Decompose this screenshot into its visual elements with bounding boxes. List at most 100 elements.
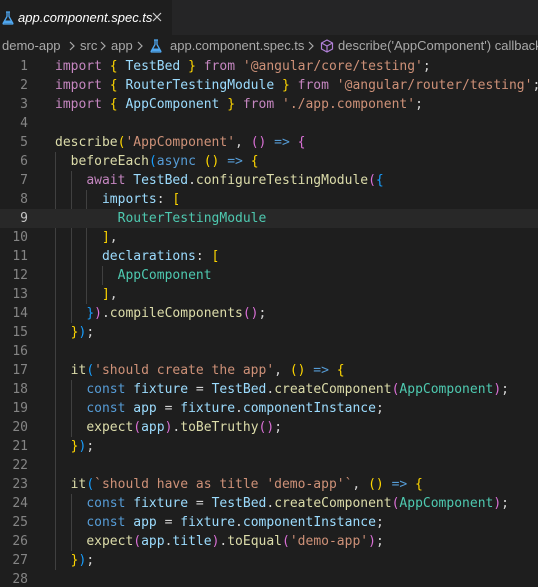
code-line[interactable]: 2 import { RouterTestingModule } from '@a… <box>0 76 538 95</box>
code-line[interactable]: 22 <box>0 456 538 475</box>
code-editor[interactable]: 1 import { TestBed } from '@angular/core/… <box>0 57 538 587</box>
code-token: , <box>235 135 251 150</box>
code-token: ( <box>133 534 142 549</box>
code-token: import <box>55 97 102 112</box>
code-token: ) <box>493 382 502 397</box>
code-token: const <box>86 401 126 416</box>
code-line[interactable]: 21 }); <box>0 437 538 456</box>
code-line[interactable]: 10 ], <box>0 228 538 247</box>
code-token: const <box>86 496 126 511</box>
code-line[interactable]: 15 }); <box>0 323 538 342</box>
code-line[interactable]: 26 expect(app.title).toEqual('demo-app')… <box>0 532 538 551</box>
code-token: fixture <box>180 515 236 530</box>
code-token: , <box>352 477 369 492</box>
code-line[interactable]: 6 beforeEach(async () => { <box>0 152 538 171</box>
code-line[interactable]: 12 AppComponent <box>0 266 538 285</box>
flask-icon <box>2 11 14 25</box>
code-token: AppComponent <box>399 496 494 511</box>
code-line[interactable]: 5 describe('AppComponent', () => { <box>0 133 538 152</box>
code-token: AppComponent <box>125 97 220 112</box>
code-line[interactable]: 24 const fixture = TestBed.createCompone… <box>0 494 538 513</box>
code-token: title <box>172 534 212 549</box>
code-token: () <box>289 363 306 378</box>
code-token: ; <box>375 515 384 530</box>
code-token: ; <box>375 401 384 416</box>
line-number: 7 <box>20 173 28 188</box>
code-token: componentInstance <box>242 401 376 416</box>
breadcrumb-item-symbol[interactable]: describe('AppComponent') callback <box>338 38 538 53</box>
tab-app-component-spec[interactable]: app.component.spec.ts <box>0 0 172 35</box>
code-line[interactable]: 23 it(`should have as title 'demo-app'`,… <box>0 475 538 494</box>
code-line[interactable]: 11 declarations: [ <box>0 247 538 266</box>
code-text: imports: [ <box>55 190 180 209</box>
code-line[interactable]: 3 import { AppComponent } from './app.com… <box>0 95 538 114</box>
code-token: ; <box>258 306 267 321</box>
code-token: it <box>70 477 87 492</box>
tab-label: app.component.spec.ts <box>18 10 153 25</box>
code-line[interactable]: 8 imports: [ <box>0 190 538 209</box>
code-line[interactable]: 1 import { TestBed } from '@angular/core/… <box>0 57 538 76</box>
code-line[interactable]: 7 await TestBed.configureTestingModule({ <box>0 171 538 190</box>
line-number: 8 <box>20 192 28 207</box>
breadcrumb-item-app[interactable]: app <box>111 38 133 53</box>
code-token: const <box>86 515 126 530</box>
code-token: expect <box>86 534 134 549</box>
code-line[interactable]: 19 const app = fixture.componentInstance… <box>0 399 538 418</box>
code-line[interactable]: 27 }); <box>0 551 538 570</box>
code-line[interactable]: 9 RouterTestingModule <box>0 209 538 228</box>
code-token: async <box>156 154 196 169</box>
code-token: describe <box>55 135 118 150</box>
code-token: AppComponent <box>117 268 212 283</box>
code-token: ] <box>101 230 110 245</box>
code-line[interactable]: 25 const app = fixture.componentInstance… <box>0 513 538 532</box>
code-token: '@angular/router/testing' <box>336 78 533 93</box>
breadcrumb-item-src[interactable]: src <box>80 38 97 53</box>
breadcrumb-item-demo-app[interactable]: demo-app <box>2 38 61 53</box>
code-token: toEqual <box>227 534 283 549</box>
symbol-method-icon <box>320 39 334 53</box>
code-line[interactable]: 13 ], <box>0 285 538 304</box>
code-text: const fixture = TestBed.createComponent(… <box>55 380 509 399</box>
code-line[interactable]: 14 }).compileComponents(); <box>0 304 538 323</box>
chevron-right-icon <box>100 41 106 51</box>
line-number: 18 <box>12 382 28 397</box>
code-token: { <box>109 59 118 74</box>
code-line[interactable]: 17 it('should create the app', () => { <box>0 361 538 380</box>
code-token: it <box>70 363 87 378</box>
code-line[interactable]: 4 <box>0 114 538 133</box>
code-text: declarations: [ <box>55 247 219 266</box>
code-line[interactable]: 16 <box>0 342 538 361</box>
code-token: ; <box>422 59 431 74</box>
code-token: fixture <box>133 382 189 397</box>
code-token: TestBed <box>211 496 267 511</box>
chevron-right-icon <box>69 41 75 51</box>
code-token: createComponent <box>274 382 392 397</box>
code-line[interactable]: 28 <box>0 570 538 587</box>
code-token: } <box>227 97 236 112</box>
code-line[interactable]: 20 expect(app).toBeTruthy(); <box>0 418 538 437</box>
line-number: 6 <box>20 154 28 169</box>
line-number: 3 <box>20 97 28 112</box>
code-text: expect(app).toBeTruthy(); <box>55 418 282 437</box>
code-line[interactable]: 18 const fixture = TestBed.createCompone… <box>0 380 538 399</box>
code-token: from <box>297 78 329 93</box>
breadcrumb-item-file[interactable]: app.component.spec.ts <box>170 38 304 53</box>
line-number: 11 <box>12 249 28 264</box>
close-icon[interactable] <box>149 9 165 25</box>
code-text: }); <box>55 323 94 342</box>
code-token: : <box>195 249 212 264</box>
code-token: . <box>101 306 110 321</box>
